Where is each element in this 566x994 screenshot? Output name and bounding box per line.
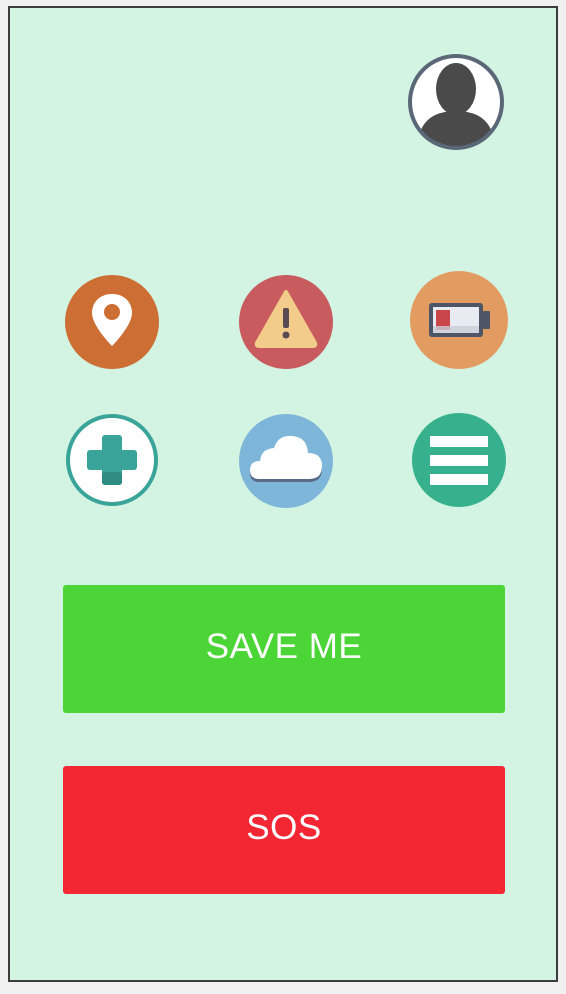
app-screen: SAVE ME SOS: [8, 6, 558, 982]
cloud-icon: [239, 414, 333, 508]
weather-button[interactable]: [236, 411, 336, 511]
save-me-button[interactable]: SAVE ME: [63, 585, 505, 713]
battery-button[interactable]: [409, 270, 509, 370]
map-pin-icon: [65, 275, 159, 369]
sos-button[interactable]: SOS: [63, 766, 505, 894]
save-me-label: SAVE ME: [205, 627, 363, 666]
medical-button[interactable]: [62, 410, 162, 510]
battery-low-icon: [410, 271, 508, 369]
sos-label: SOS: [246, 808, 322, 847]
warning-triangle-icon: [239, 275, 333, 369]
user-avatar-icon[interactable]: [407, 53, 505, 151]
warning-button[interactable]: [236, 272, 336, 372]
location-button[interactable]: [62, 272, 162, 372]
menu-lines-icon: [412, 413, 506, 507]
medical-cross-icon: [66, 414, 158, 506]
menu-button[interactable]: [409, 410, 509, 510]
